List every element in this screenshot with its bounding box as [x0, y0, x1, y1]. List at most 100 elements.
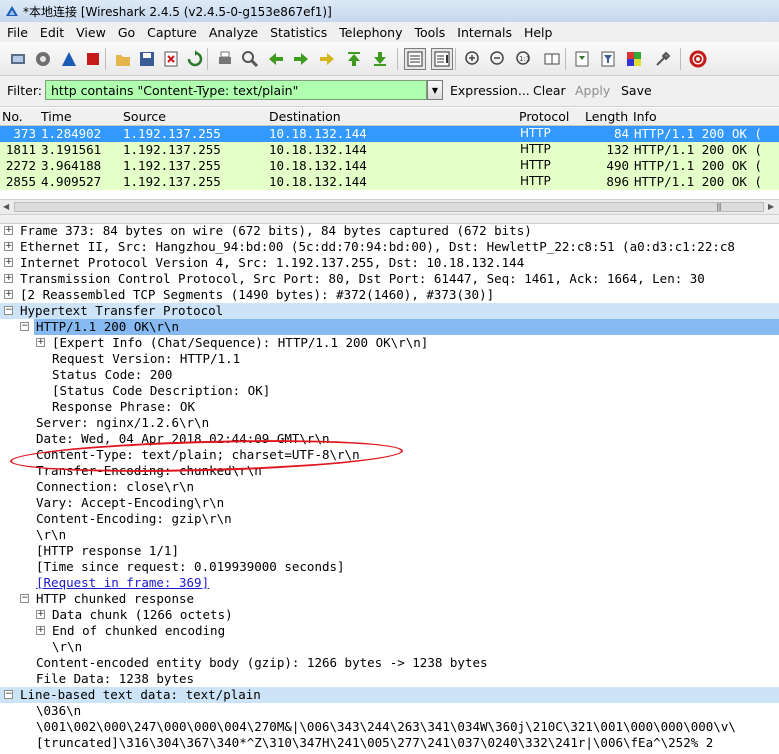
- detail-tree-item[interactable]: − Hypertext Transfer Protocol: [0, 303, 779, 319]
- detail-tree-item[interactable]: \036\n: [0, 703, 779, 719]
- zoom-in-button[interactable]: [462, 48, 484, 70]
- column-header-no[interactable]: No.: [2, 109, 23, 124]
- menu-view[interactable]: View: [69, 25, 111, 40]
- stop-capture-button[interactable]: [82, 48, 104, 70]
- detail-tree-item[interactable]: + [Expert Info (Chat/Sequence): HTTP/1.1 …: [0, 335, 779, 351]
- scroll-left-icon[interactable]: ◀: [3, 202, 9, 211]
- column-header-info[interactable]: Info: [633, 109, 657, 124]
- capture-options-button[interactable]: [32, 48, 54, 70]
- expand-plus-icon[interactable]: +: [36, 338, 45, 347]
- detail-tree-item[interactable]: Server: nginx/1.2.6\r\n: [0, 415, 779, 431]
- zoom-out-button[interactable]: [487, 48, 509, 70]
- menu-edit[interactable]: Edit: [33, 25, 69, 40]
- menu-telephony[interactable]: Telephony: [332, 25, 407, 40]
- go-forward-button[interactable]: [290, 48, 312, 70]
- resize-columns-button[interactable]: [541, 48, 563, 70]
- detail-tree-item[interactable]: [Status Code Description: OK]: [0, 383, 779, 399]
- collapse-minus-icon[interactable]: −: [4, 306, 13, 315]
- menu-capture[interactable]: Capture: [140, 25, 202, 40]
- expand-plus-icon[interactable]: +: [4, 258, 13, 267]
- expand-plus-icon[interactable]: +: [36, 626, 45, 635]
- column-header-protocol[interactable]: Protocol: [519, 109, 569, 124]
- menu-statistics[interactable]: Statistics: [263, 25, 332, 40]
- open-file-button[interactable]: [112, 48, 134, 70]
- filter-expression-button[interactable]: Expression...: [450, 83, 530, 98]
- display-filters-button[interactable]: [597, 48, 619, 70]
- column-header-source[interactable]: Source: [123, 109, 166, 124]
- detail-tree-item[interactable]: Connection: close\r\n: [0, 479, 779, 495]
- find-packet-button[interactable]: [239, 48, 261, 70]
- capture-filters-button[interactable]: [571, 48, 593, 70]
- auto-scroll-button[interactable]: [431, 48, 453, 70]
- scrollbar-thumb[interactable]: [14, 202, 764, 212]
- detail-tree-item[interactable]: + Data chunk (1266 octets): [0, 607, 779, 623]
- start-capture-button[interactable]: [58, 48, 80, 70]
- close-file-button[interactable]: [160, 48, 182, 70]
- detail-tree-item[interactable]: − HTTP chunked response: [0, 591, 779, 607]
- menu-go[interactable]: Go: [111, 25, 140, 40]
- scroll-right-icon[interactable]: ▶: [768, 202, 774, 211]
- detail-tree-item[interactable]: Content-Encoding: gzip\r\n: [0, 511, 779, 527]
- detail-tree-item[interactable]: Content-encoded entity body (gzip): 1266…: [0, 655, 779, 671]
- display-filter-input[interactable]: [45, 80, 427, 100]
- expand-plus-icon[interactable]: +: [4, 226, 13, 235]
- filter-history-dropdown[interactable]: ▼: [427, 80, 443, 100]
- coloring-rules-button[interactable]: [623, 48, 645, 70]
- zoom-normal-button[interactable]: 1:1: [513, 48, 535, 70]
- filter-apply-button[interactable]: Apply: [575, 83, 610, 98]
- detail-tree-item[interactable]: − HTTP/1.1 200 OK\r\n: [0, 319, 779, 335]
- menu-analyze[interactable]: Analyze: [202, 25, 263, 40]
- save-file-button[interactable]: [136, 48, 158, 70]
- menu-tools[interactable]: Tools: [407, 25, 450, 40]
- print-button[interactable]: [214, 48, 236, 70]
- help-button[interactable]: [687, 48, 709, 70]
- expand-plus-icon[interactable]: +: [4, 274, 13, 283]
- expand-plus-icon[interactable]: +: [36, 610, 45, 619]
- go-last-button[interactable]: [369, 48, 391, 70]
- column-header-length[interactable]: Length: [585, 109, 628, 124]
- go-first-button[interactable]: [343, 48, 365, 70]
- packet-row[interactable]: 2272 3.964188 1.192.137.255 10.18.132.144 HT…: [0, 158, 779, 174]
- filter-clear-button[interactable]: Clear: [533, 83, 566, 98]
- packet-row[interactable]: 1811 3.191561 1.192.137.255 10.18.132.144 HT…: [0, 142, 779, 158]
- colorize-button[interactable]: [404, 48, 426, 70]
- collapse-minus-icon[interactable]: −: [4, 690, 13, 699]
- packet-row[interactable]: 373 1.284902 1.192.137.255 10.18.132.144 HTT…: [0, 126, 779, 142]
- detail-tree-item[interactable]: \r\n: [0, 639, 779, 655]
- detail-tree-item[interactable]: \001\002\000\247\000\000\004\270M&|\006\…: [0, 719, 779, 735]
- detail-tree-item[interactable]: \r\n: [0, 527, 779, 543]
- detail-tree-item[interactable]: Request Version: HTTP/1.1: [0, 351, 779, 367]
- column-header-time[interactable]: Time: [41, 109, 72, 124]
- preferences-button[interactable]: [652, 48, 674, 70]
- detail-tree-item[interactable]: [Time since request: 0.019939000 seconds…: [0, 559, 779, 575]
- detail-tree-item[interactable]: + Frame 373: 84 bytes on wire (672 bits),…: [0, 223, 779, 239]
- expand-plus-icon[interactable]: +: [4, 290, 13, 299]
- menu-help[interactable]: Help: [517, 25, 558, 40]
- detail-tree-item[interactable]: Vary: Accept-Encoding\r\n: [0, 495, 779, 511]
- detail-tree-item[interactable]: − Line-based text data: text/plain: [0, 687, 779, 703]
- collapse-minus-icon[interactable]: −: [20, 322, 29, 331]
- detail-tree-item[interactable]: + End of chunked encoding: [0, 623, 779, 639]
- menu-internals[interactable]: Internals: [450, 25, 517, 40]
- expand-plus-icon[interactable]: +: [4, 242, 13, 251]
- detail-tree-item[interactable]: Response Phrase: OK: [0, 399, 779, 415]
- detail-tree-item[interactable]: [truncated]\316\304\367\340*^Z\310\347H\…: [0, 735, 779, 751]
- packet-list-horizontal-scrollbar[interactable]: ◀ ||| ▶: [0, 199, 779, 215]
- packet-row[interactable]: 2855 4.909527 1.192.137.255 10.18.132.144 HT…: [0, 174, 779, 190]
- detail-tree-item[interactable]: File Data: 1238 bytes: [0, 671, 779, 687]
- menu-file[interactable]: File: [0, 25, 33, 40]
- detail-tree-item[interactable]: + Ethernet II, Src: Hangzhou_94:bd:00 (5c…: [0, 239, 779, 255]
- interface-list-button[interactable]: [7, 48, 29, 70]
- column-header-destination[interactable]: Destination: [269, 109, 341, 124]
- detail-tree-item[interactable]: + [2 Reassembled TCP Segments (1490 bytes…: [0, 287, 779, 303]
- filter-save-button[interactable]: Save: [621, 83, 652, 98]
- detail-tree-item[interactable]: [Request in frame: 369]: [0, 575, 779, 591]
- collapse-minus-icon[interactable]: −: [20, 594, 29, 603]
- reload-button[interactable]: [184, 48, 206, 70]
- request-frame-link[interactable]: [Request in frame: 369]: [36, 575, 209, 591]
- go-to-packet-button[interactable]: [316, 48, 338, 70]
- detail-tree-item[interactable]: Status Code: 200: [0, 367, 779, 383]
- detail-tree-item[interactable]: + Transmission Control Protocol, Src Port…: [0, 271, 779, 287]
- detail-tree-item[interactable]: [HTTP response 1/1]: [0, 543, 779, 559]
- go-back-button[interactable]: [265, 48, 287, 70]
